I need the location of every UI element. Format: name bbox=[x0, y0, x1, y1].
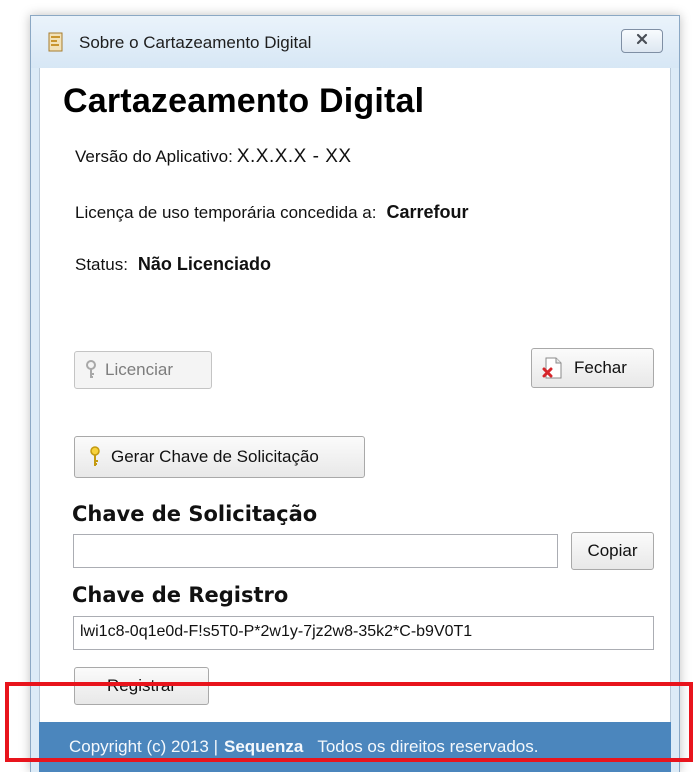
exit-icon bbox=[542, 357, 564, 379]
solicitacao-field[interactable] bbox=[73, 534, 558, 568]
registrar-button[interactable]: Registrar bbox=[74, 667, 209, 705]
registro-label: Chave de Registro bbox=[72, 583, 289, 607]
licenciar-label: Licenciar bbox=[105, 360, 174, 379]
fechar-label: Fechar bbox=[574, 358, 627, 377]
app-icon bbox=[47, 32, 65, 52]
license-row: Licença de uso temporária concedida a: Ca… bbox=[75, 202, 469, 223]
title-bar[interactable]: Sobre o Cartazeamento Digital bbox=[31, 16, 679, 68]
status-label: Status: bbox=[75, 255, 128, 274]
key-icon bbox=[89, 446, 101, 468]
copiar-button[interactable]: Copiar bbox=[571, 532, 654, 570]
licenciar-button[interactable]: Licenciar bbox=[74, 351, 212, 389]
solicitacao-label: Chave de Solicitação bbox=[72, 502, 318, 526]
about-dialog: Sobre o Cartazeamento Digital Cartazeame… bbox=[30, 15, 680, 772]
close-icon bbox=[635, 32, 649, 50]
version-value: X.X.X.X - XX bbox=[236, 146, 352, 167]
gerar-chave-label: Gerar Chave de Solicitação bbox=[111, 447, 319, 466]
registrar-label: Registrar bbox=[107, 676, 176, 695]
copiar-label: Copiar bbox=[587, 541, 638, 560]
footer-rights: Todos os direitos reservados. bbox=[317, 737, 539, 756]
version-label: Versão do Aplicativo: bbox=[75, 147, 233, 166]
key-icon bbox=[85, 360, 97, 380]
status-row: Status: Não Licenciado bbox=[75, 254, 271, 275]
app-name-heading: Cartazeamento Digital bbox=[63, 82, 425, 120]
version-row: Versão do Aplicativo: X.X.X.X - XX bbox=[75, 146, 352, 168]
license-value: Carrefour bbox=[386, 202, 469, 222]
close-button[interactable] bbox=[621, 29, 663, 53]
status-value: Não Licenciado bbox=[137, 254, 271, 274]
window-title: Sobre o Cartazeamento Digital bbox=[79, 33, 312, 52]
registro-field[interactable]: lwi1c8-0q1e0d-F!s5T0-P*2w1y-7jz2w8-35k2*… bbox=[73, 616, 654, 650]
footer-brand: Sequenza bbox=[223, 737, 304, 756]
gerar-chave-button[interactable]: Gerar Chave de Solicitação bbox=[74, 436, 365, 478]
license-label: Licença de uso temporária concedida a: bbox=[75, 203, 377, 222]
fechar-button[interactable]: Fechar bbox=[531, 348, 654, 388]
footer-bar: Copyright (c) 2013 | Sequenza Todos os d… bbox=[39, 722, 671, 772]
footer-copyright: Copyright (c) 2013 | bbox=[69, 737, 218, 756]
